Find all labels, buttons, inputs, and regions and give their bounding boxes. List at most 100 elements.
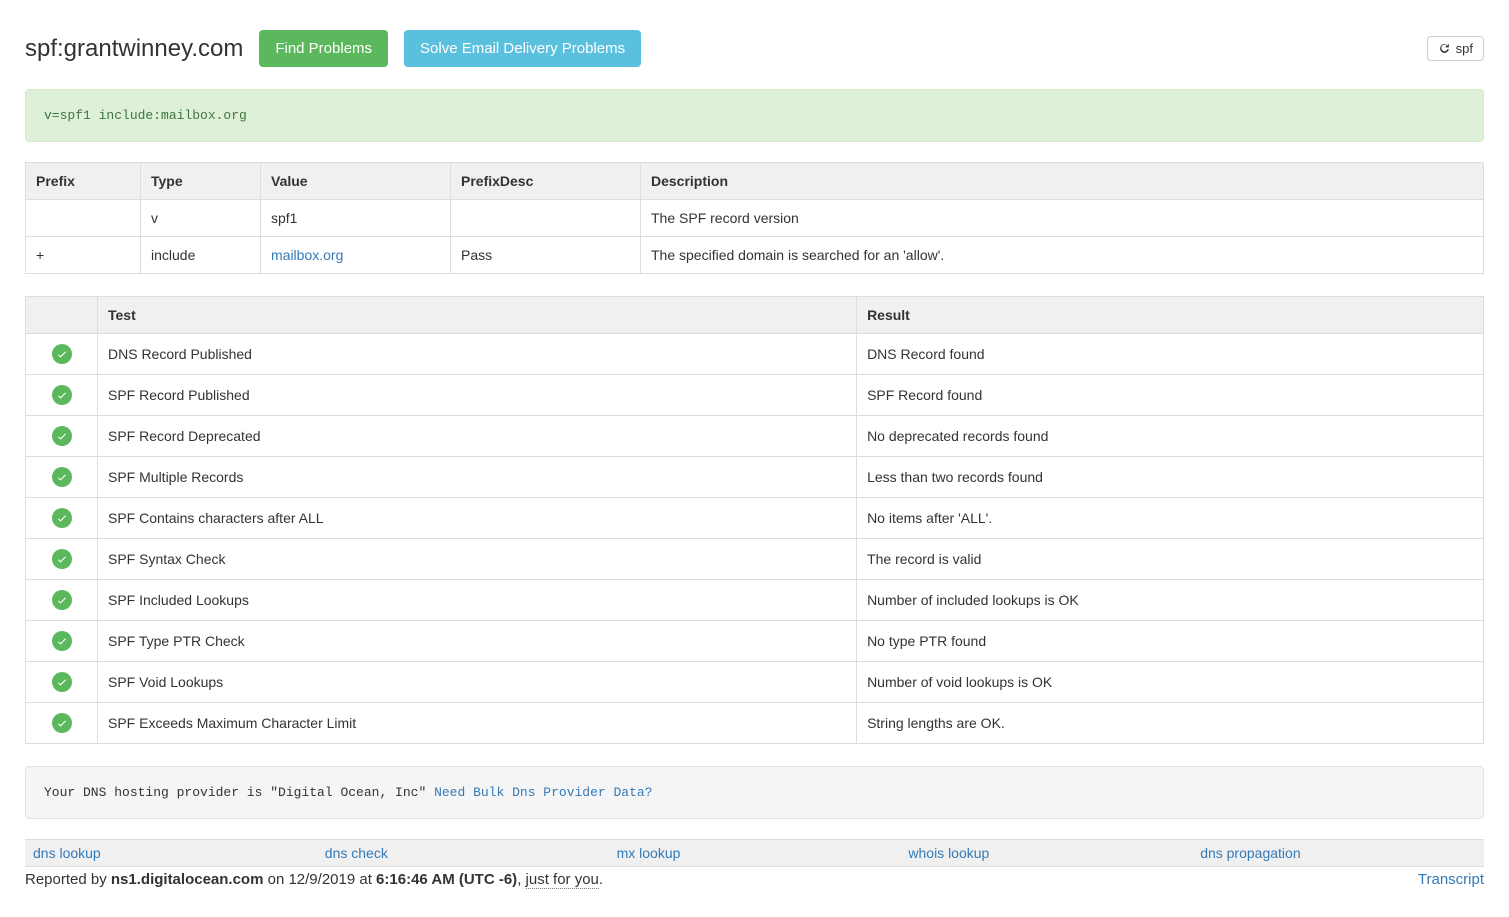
record-row: vspf1 The SPF record version <box>26 200 1484 237</box>
report-mid1: on 12/9/2019 at <box>263 871 376 888</box>
test-row: SPF Multiple RecordsLess than two record… <box>26 457 1484 498</box>
status-cell <box>26 334 98 375</box>
test-row: SPF Included LookupsNumber of included l… <box>26 580 1484 621</box>
test-result: SPF Record found <box>857 375 1484 416</box>
check-circle-icon <box>52 426 72 446</box>
col-prefix: Prefix <box>26 163 141 200</box>
provider-box: Your DNS hosting provider is "Digital Oc… <box>25 766 1484 819</box>
footer-link[interactable]: dns check <box>317 843 609 863</box>
just-for-you[interactable]: just for you <box>526 871 599 889</box>
check-circle-icon <box>52 590 72 610</box>
col-status <box>26 297 98 334</box>
record-type: v <box>141 200 261 237</box>
record-value: spf1 <box>261 200 451 237</box>
test-name: SPF Included Lookups <box>98 580 857 621</box>
report-row: Reported by ns1.digitalocean.com on 12/9… <box>25 871 1484 888</box>
test-result: Less than two records found <box>857 457 1484 498</box>
solve-problems-button[interactable]: Solve Email Delivery Problems <box>404 30 641 67</box>
spf-record-box: v=spf1 include:mailbox.org <box>25 89 1484 142</box>
page-title: spf:grantwinney.com <box>25 35 243 63</box>
tests-header-row: Test Result <box>26 297 1484 334</box>
status-cell <box>26 662 98 703</box>
test-result: No type PTR found <box>857 621 1484 662</box>
test-name: SPF Multiple Records <box>98 457 857 498</box>
test-row: SPF Syntax CheckThe record is valid <box>26 539 1484 580</box>
test-row: DNS Record PublishedDNS Record found <box>26 334 1484 375</box>
test-name: SPF Exceeds Maximum Character Limit <box>98 703 857 744</box>
record-prefix: + <box>26 237 141 274</box>
provider-text: Your DNS hosting provider is "Digital Oc… <box>44 785 434 800</box>
check-circle-icon <box>52 713 72 733</box>
test-result: DNS Record found <box>857 334 1484 375</box>
test-name: SPF Syntax Check <box>98 539 857 580</box>
test-result: Number of void lookups is OK <box>857 662 1484 703</box>
test-name: SPF Record Published <box>98 375 857 416</box>
test-name: SPF Record Deprecated <box>98 416 857 457</box>
report-time: 6:16:46 AM (UTC -6) <box>376 871 517 888</box>
report-server: ns1.digitalocean.com <box>111 871 264 888</box>
check-circle-icon <box>52 467 72 487</box>
status-cell <box>26 621 98 662</box>
footer-link[interactable]: dns propagation <box>1192 843 1484 863</box>
test-row: SPF Contains characters after ALLNo item… <box>26 498 1484 539</box>
test-result: The record is valid <box>857 539 1484 580</box>
col-description: Description <box>641 163 1484 200</box>
status-cell <box>26 416 98 457</box>
record-description: The SPF record version <box>641 200 1484 237</box>
bulk-dns-link[interactable]: Need Bulk Dns Provider Data? <box>434 785 652 800</box>
refresh-label: spf <box>1456 41 1473 56</box>
report-prefix: Reported by <box>25 871 111 888</box>
transcript-link[interactable]: Transcript <box>1418 871 1484 888</box>
status-cell <box>26 498 98 539</box>
record-value: mailbox.org <box>261 237 451 274</box>
find-problems-button[interactable]: Find Problems <box>259 30 388 67</box>
test-name: SPF Type PTR Check <box>98 621 857 662</box>
test-row: SPF Type PTR CheckNo type PTR found <box>26 621 1484 662</box>
test-result: Number of included lookups is OK <box>857 580 1484 621</box>
test-name: SPF Void Lookups <box>98 662 857 703</box>
test-name: SPF Contains characters after ALL <box>98 498 857 539</box>
refresh-button[interactable]: spf <box>1427 36 1484 61</box>
tests-table: Test Result DNS Record PublishedDNS Reco… <box>25 296 1484 744</box>
col-test: Test <box>98 297 857 334</box>
report-mid2: , <box>517 871 525 888</box>
status-cell <box>26 539 98 580</box>
footer-link[interactable]: whois lookup <box>900 843 1192 863</box>
record-prefixdesc: Pass <box>451 237 641 274</box>
check-circle-icon <box>52 631 72 651</box>
col-result: Result <box>857 297 1484 334</box>
check-circle-icon <box>52 385 72 405</box>
value-link[interactable]: mailbox.org <box>271 247 343 263</box>
col-value: Value <box>261 163 451 200</box>
status-cell <box>26 457 98 498</box>
status-cell <box>26 703 98 744</box>
refresh-icon <box>1438 42 1451 55</box>
status-cell <box>26 580 98 621</box>
check-circle-icon <box>52 549 72 569</box>
test-result: No items after 'ALL'. <box>857 498 1484 539</box>
test-result: No deprecated records found <box>857 416 1484 457</box>
status-cell <box>26 375 98 416</box>
record-description: The specified domain is searched for an … <box>641 237 1484 274</box>
report-suffix: . <box>599 871 603 888</box>
test-row: SPF Record DeprecatedNo deprecated recor… <box>26 416 1484 457</box>
header-row: spf:grantwinney.com Find Problems Solve … <box>25 0 1484 89</box>
test-row: SPF Exceeds Maximum Character LimitStrin… <box>26 703 1484 744</box>
test-row: SPF Record PublishedSPF Record found <box>26 375 1484 416</box>
footer-link[interactable]: dns lookup <box>25 843 317 863</box>
footer-link[interactable]: mx lookup <box>609 843 901 863</box>
record-table: Prefix Type Value PrefixDesc Description… <box>25 162 1484 274</box>
check-circle-icon <box>52 344 72 364</box>
test-row: SPF Void LookupsNumber of void lookups i… <box>26 662 1484 703</box>
test-name: DNS Record Published <box>98 334 857 375</box>
check-circle-icon <box>52 508 72 528</box>
record-table-header-row: Prefix Type Value PrefixDesc Description <box>26 163 1484 200</box>
col-prefixdesc: PrefixDesc <box>451 163 641 200</box>
record-row: +include mailbox.org PassThe specified dom… <box>26 237 1484 274</box>
check-circle-icon <box>52 672 72 692</box>
test-result: String lengths are OK. <box>857 703 1484 744</box>
record-prefix <box>26 200 141 237</box>
record-type: include <box>141 237 261 274</box>
record-prefixdesc <box>451 200 641 237</box>
footer-links: dns lookupdns checkmx lookupwhois lookup… <box>25 839 1484 867</box>
